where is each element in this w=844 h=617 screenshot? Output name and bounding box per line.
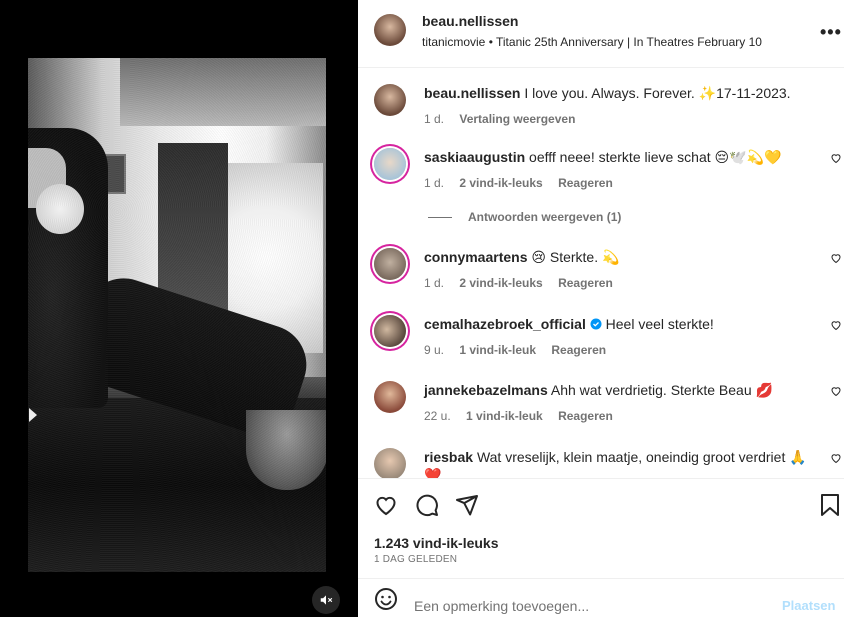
share-icon[interactable] [455, 493, 479, 517]
heart-icon[interactable] [374, 493, 398, 517]
action-bar: 1.243 vind-ik-leuks 1 DAG GELEDEN [358, 478, 844, 578]
commenter-avatar[interactable] [374, 315, 406, 347]
commenter-username[interactable]: jannekebazelmans [424, 382, 548, 398]
comment-text: Ahh wat verdrietig. Sterkte Beau 💋 [550, 382, 773, 398]
comment-input[interactable]: Een opmerking toevoegen... [414, 598, 589, 614]
heart-icon[interactable] [830, 319, 842, 331]
comment-composer: Een opmerking toevoegen... Plaatsen [358, 578, 844, 617]
view-replies-button[interactable]: Antwoorden weergeven (1) [428, 210, 621, 224]
bookmark-icon[interactable] [820, 493, 840, 517]
comment-time: 22 u. [424, 409, 451, 423]
post-date: 1 DAG GELEDEN [374, 554, 458, 565]
commenter-avatar[interactable] [374, 248, 406, 280]
heart-icon[interactable] [830, 152, 842, 164]
emoji-icon[interactable] [374, 587, 398, 611]
comment-time: 9 u. [424, 343, 445, 357]
translate-link[interactable]: Vertaling weergeven [459, 112, 575, 126]
comments-list[interactable]: beau.nellissen I love you. Always. Forev… [358, 68, 844, 478]
comment-likes[interactable]: 1 vind-ik-leuk [459, 343, 536, 357]
comment-likes[interactable]: 2 vind-ik-leuks [459, 176, 542, 190]
video-progress-marker [29, 408, 37, 422]
comment-time: 1 d. [424, 176, 445, 190]
post-details-panel: beau.nellissen titanicmovie • Titanic 25… [358, 0, 844, 617]
likes-count[interactable]: 1.243 vind-ik-leuks [374, 535, 499, 551]
post-media[interactable] [0, 0, 358, 617]
author-username[interactable]: beau.nellissen [422, 13, 518, 29]
caption-avatar[interactable] [374, 84, 406, 116]
comment-likes[interactable]: 1 vind-ik-leuk [466, 409, 543, 423]
comment-text: Heel veel sterkte! [605, 316, 714, 332]
post-header: beau.nellissen titanicmovie • Titanic 25… [358, 0, 844, 68]
audio-attribution[interactable]: titanicmovie • Titanic 25th Anniversary … [422, 35, 762, 49]
heart-icon[interactable] [830, 385, 842, 397]
mute-button[interactable] [312, 586, 340, 614]
caption-username[interactable]: beau.nellissen [424, 85, 520, 101]
comment-text: oefff neee! sterkte lieve schat 😔🕊️💫💛 [529, 149, 782, 165]
more-icon[interactable]: ••• [820, 22, 842, 43]
comment-text: Wat vreselijk, klein maatje, oneindig gr… [424, 449, 807, 478]
commenter-avatar[interactable] [374, 381, 406, 413]
reply-button[interactable]: Reageren [551, 343, 606, 357]
comment-likes[interactable]: 2 vind-ik-leuks [459, 276, 542, 290]
commenter-username[interactable]: cemalhazebroek_official [424, 316, 586, 332]
comment-text: 😢 Sterkte. 💫 [531, 249, 620, 265]
caption-time: 1 d. [424, 112, 445, 126]
comment-time: 1 d. [424, 276, 445, 290]
mute-icon [320, 595, 333, 605]
verified-icon [590, 318, 602, 330]
reply-button[interactable]: Reageren [558, 276, 613, 290]
heart-icon[interactable] [830, 452, 842, 464]
heart-icon[interactable] [830, 252, 842, 264]
commenter-username[interactable]: riesbak [424, 449, 473, 465]
post-comment-button[interactable]: Plaatsen [782, 598, 835, 613]
commenter-username[interactable]: connymaartens [424, 249, 527, 265]
view-replies-label: Antwoorden weergeven (1) [468, 210, 622, 224]
author-avatar[interactable] [374, 14, 406, 46]
commenter-avatar[interactable] [374, 148, 406, 180]
commenter-username[interactable]: saskiaaugustin [424, 149, 525, 165]
reply-button[interactable]: Reageren [558, 409, 613, 423]
reply-button[interactable]: Reageren [558, 176, 613, 190]
post-photo [28, 58, 326, 572]
caption-text: I love you. Always. Forever. ✨17-11-2023… [524, 85, 791, 101]
comment-icon[interactable] [415, 493, 439, 517]
commenter-avatar[interactable] [374, 448, 406, 478]
